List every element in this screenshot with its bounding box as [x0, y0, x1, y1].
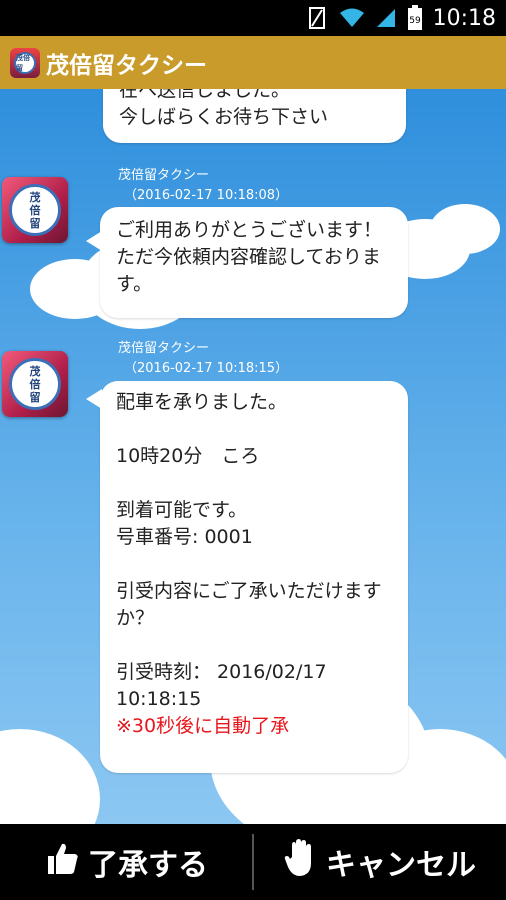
sender-name: 茂倍留タクシー: [118, 168, 210, 183]
avatar[interactable]: 茂倍留: [2, 177, 68, 243]
cancel-button[interactable]: キャンセル: [254, 824, 506, 900]
app-logo-icon: 茂倍留: [10, 47, 40, 78]
avatar[interactable]: 茂倍留: [2, 351, 68, 417]
sender-info: 茂倍留タクシー （2016-02-17 10:18:08）: [118, 166, 288, 206]
sender-info: 茂倍留タクシー （2016-02-17 10:18:15）: [118, 339, 288, 379]
cloud-decoration: [0, 729, 100, 824]
message-bubble: 配車を承りました。 10時20分 ころ 到着可能です。 号車番号: 0001 引…: [86, 381, 408, 773]
svg-text:59: 59: [409, 16, 421, 26]
action-bar: 茂倍留 茂倍留タクシー: [0, 36, 506, 89]
thumbs-up-icon: [44, 840, 80, 884]
app-title: 茂倍留タクシー: [46, 52, 207, 79]
bottom-bar: 了承する キャンセル: [0, 824, 506, 900]
cancel-label: キャンセル: [326, 848, 476, 883]
signal-icon: [375, 7, 397, 29]
wifi-icon: [339, 7, 365, 29]
sim-icon: [307, 6, 329, 30]
accept-label: 了承する: [88, 848, 208, 883]
status-bar: 59 10:18: [0, 0, 506, 36]
clock: 10:18: [432, 5, 496, 31]
message-timestamp: （2016-02-17 10:18:08）: [124, 188, 289, 203]
hand-stop-icon: [284, 839, 318, 885]
message-bubble: 在へ送信しました。 今しばらくお待ち下さい: [103, 89, 406, 143]
auto-accept-notice: ※30秒後に自動了承: [116, 715, 290, 737]
chat-area[interactable]: 在へ送信しました。 今しばらくお待ち下さい 茂倍留タクシー （2016-02-1…: [0, 89, 506, 824]
message-timestamp: （2016-02-17 10:18:15）: [124, 361, 289, 376]
sender-name: 茂倍留タクシー: [118, 341, 210, 356]
cloud-decoration: [430, 204, 500, 254]
accept-button[interactable]: 了承する: [0, 824, 252, 900]
battery-icon: 59: [407, 5, 423, 31]
message-bubble: ご利用ありがとうございます！ ただ今依頼内容確認しておりま す。: [86, 207, 408, 318]
